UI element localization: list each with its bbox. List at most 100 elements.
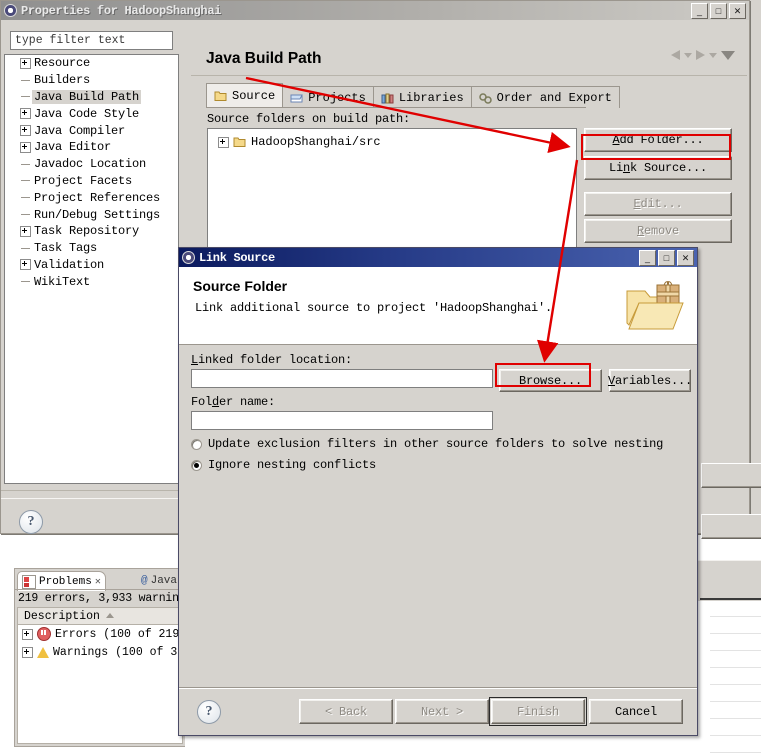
source-folder-icon bbox=[233, 137, 246, 147]
link-source-button[interactable]: Link Source... bbox=[584, 156, 732, 180]
source-folders-list[interactable]: HadoopShanghai/src bbox=[207, 128, 577, 266]
sidebar-item-wikitext[interactable]: WikiText bbox=[5, 273, 178, 290]
warning-icon bbox=[37, 646, 49, 658]
filter-input[interactable]: type filter text bbox=[10, 31, 173, 50]
sidebar-item-java-code-style[interactable]: Java Code Style bbox=[5, 105, 178, 122]
list-item-label: Errors (100 of 219 bbox=[55, 627, 180, 641]
sidebar-item-resource[interactable]: Resource bbox=[5, 55, 178, 72]
build-path-tabs: Source Projects Libraries Order and Expo… bbox=[206, 83, 620, 108]
sidebar-item-label: Validation bbox=[34, 257, 105, 272]
expand-icon[interactable] bbox=[19, 225, 32, 237]
problems-column-header[interactable]: Description bbox=[17, 607, 183, 625]
help-button[interactable]: ? bbox=[197, 700, 221, 724]
expand-icon[interactable] bbox=[19, 259, 32, 271]
sidebar-item-label: Project References bbox=[34, 190, 161, 205]
folder-name-input[interactable] bbox=[191, 411, 493, 430]
radio-icon[interactable] bbox=[191, 459, 202, 471]
folder-name-label: Folder name: bbox=[191, 395, 276, 409]
tab-java[interactable]: @ Java bbox=[137, 571, 181, 590]
sidebar-item-java-editor[interactable]: Java Editor bbox=[5, 139, 178, 156]
chevron-down-icon[interactable] bbox=[684, 52, 692, 58]
expand-icon[interactable] bbox=[19, 57, 32, 69]
gear-icon bbox=[182, 251, 195, 264]
expand-icon[interactable] bbox=[19, 141, 32, 153]
source-folder-icon bbox=[214, 91, 227, 101]
chevron-down-icon[interactable] bbox=[709, 52, 717, 58]
settings-tree[interactable]: Resource Builders Java Build Path Java C… bbox=[4, 54, 179, 484]
help-button[interactable]: ? bbox=[19, 510, 43, 534]
sidebar-item-builders[interactable]: Builders bbox=[5, 72, 178, 89]
list-item[interactable]: HadoopShanghai/src bbox=[208, 129, 576, 151]
tab-libraries[interactable]: Libraries bbox=[372, 86, 472, 108]
cancel-button[interactable] bbox=[701, 514, 761, 539]
close-icon[interactable]: ✕ bbox=[95, 576, 101, 588]
window-controls: _ □ ✕ bbox=[639, 250, 694, 266]
filter-input-placeholder: type filter text bbox=[15, 34, 126, 47]
sidebar-item-task-repository[interactable]: Task Repository bbox=[5, 223, 178, 240]
variables-button[interactable]: Variables... bbox=[608, 369, 692, 392]
sidebar-item-validation[interactable]: Validation bbox=[5, 257, 178, 274]
tree-leaf-icon bbox=[19, 247, 32, 249]
linked-folder-location-label: Linked folder location: bbox=[191, 353, 353, 367]
radio-update-exclusion-filters[interactable]: Update exclusion filters in other source… bbox=[191, 437, 663, 451]
forward-arrow-icon[interactable] bbox=[696, 50, 705, 60]
header-title: Source Folder bbox=[193, 278, 288, 294]
divider bbox=[1, 490, 187, 491]
tab-projects[interactable]: Projects bbox=[282, 86, 374, 108]
expand-icon[interactable] bbox=[218, 136, 229, 148]
problems-column-header-label: Description bbox=[24, 609, 100, 623]
expand-icon[interactable] bbox=[22, 646, 33, 658]
order-export-icon bbox=[478, 92, 492, 104]
sidebar-item-label: Task Tags bbox=[34, 241, 98, 256]
sidebar-item-task-tags[interactable]: Task Tags bbox=[5, 240, 178, 257]
problems-view: Problems ✕ @ Java 219 errors, 3,933 warn… bbox=[14, 568, 192, 747]
minimize-button[interactable]: _ bbox=[691, 3, 708, 19]
back-arrow-icon[interactable] bbox=[671, 50, 680, 60]
tree-leaf-icon bbox=[19, 163, 32, 165]
sidebar-item-run-debug-settings[interactable]: Run/Debug Settings bbox=[5, 206, 178, 223]
tab-java-label: Java bbox=[150, 574, 178, 587]
close-button[interactable]: ✕ bbox=[677, 250, 694, 266]
sidebar-item-java-build-path[interactable]: Java Build Path bbox=[5, 89, 178, 106]
header-description: Link additional source to project 'Hadoo… bbox=[195, 301, 553, 315]
expand-icon[interactable] bbox=[19, 108, 32, 120]
sidebar-item-project-facets[interactable]: Project Facets bbox=[5, 173, 178, 190]
properties-titlebar[interactable]: Properties for HadoopShanghai _ □ ✕ bbox=[1, 1, 749, 20]
sidebar-item-java-compiler[interactable]: Java Compiler bbox=[5, 122, 178, 139]
sidebar-item-project-references[interactable]: Project References bbox=[5, 189, 178, 206]
link-source-dialog: Link Source _ □ ✕ Source Folder Link add… bbox=[178, 247, 698, 736]
browse-button[interactable]: Browse... bbox=[499, 369, 602, 392]
view-menu-icon[interactable] bbox=[721, 50, 735, 60]
radio-icon[interactable] bbox=[191, 438, 202, 450]
sidebar-item-label: Builders bbox=[34, 73, 91, 88]
sidebar-item-label: Resource bbox=[34, 56, 91, 71]
projects-icon bbox=[290, 94, 304, 102]
maximize-button[interactable]: □ bbox=[710, 3, 727, 19]
sidebar-item-label: WikiText bbox=[34, 274, 91, 289]
list-item[interactable]: Warnings (100 of 39 bbox=[18, 643, 182, 661]
tab-order-and-export[interactable]: Order and Export bbox=[470, 86, 620, 108]
maximize-button[interactable]: □ bbox=[658, 250, 675, 266]
linked-folder-location-input[interactable] bbox=[191, 369, 493, 388]
sidebar-item-label: Java Code Style bbox=[34, 106, 140, 121]
radio-ignore-nesting-conflicts[interactable]: Ignore nesting conflicts bbox=[191, 458, 376, 472]
close-button[interactable]: ✕ bbox=[729, 3, 746, 19]
cancel-button[interactable]: Cancel bbox=[589, 699, 683, 724]
list-item[interactable]: Errors (100 of 219 bbox=[18, 625, 182, 643]
tree-leaf-icon bbox=[19, 180, 32, 182]
ok-button[interactable] bbox=[701, 463, 761, 488]
tab-libraries-label: Libraries bbox=[398, 90, 464, 105]
sidebar-item-label: Java Compiler bbox=[34, 123, 126, 138]
expand-icon[interactable] bbox=[19, 125, 32, 137]
expand-icon[interactable] bbox=[22, 628, 33, 640]
tree-leaf-icon bbox=[19, 96, 32, 98]
sidebar-item-javadoc-location[interactable]: Javadoc Location bbox=[5, 156, 178, 173]
minimize-button[interactable]: _ bbox=[639, 250, 656, 266]
back-button: < Back bbox=[299, 699, 393, 724]
link-source-titlebar[interactable]: Link Source _ □ ✕ bbox=[179, 248, 697, 267]
tabbar-underline bbox=[206, 107, 586, 108]
sidebar-item-label: Project Facets bbox=[34, 173, 133, 188]
tab-source[interactable]: Source bbox=[206, 83, 284, 108]
tab-problems[interactable]: Problems ✕ bbox=[17, 571, 106, 591]
add-folder-button[interactable]: Add Folder... bbox=[584, 128, 732, 152]
